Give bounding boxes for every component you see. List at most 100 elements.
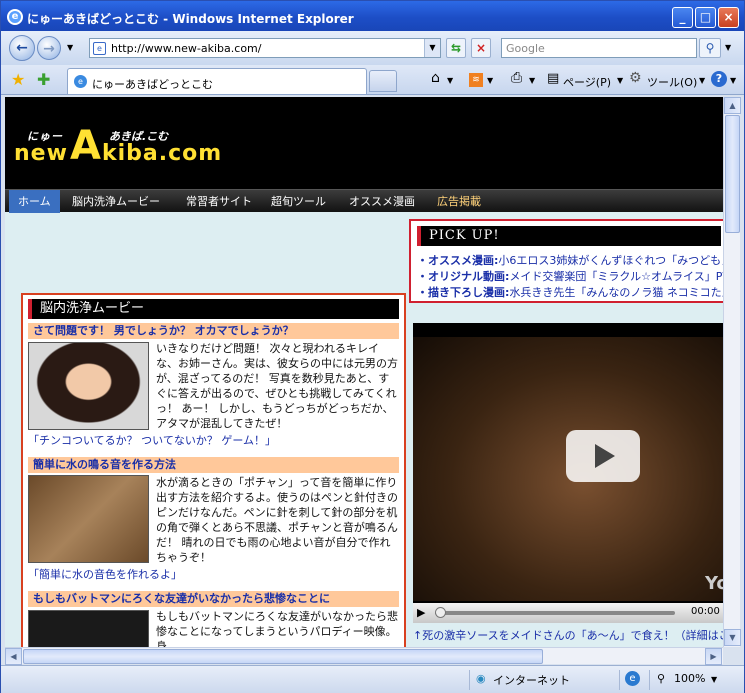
horizontal-scrollbar[interactable]: ◀ ▶: [5, 647, 723, 665]
article-thumbnail[interactable]: [28, 342, 149, 430]
feed-dropdown-icon[interactable]: ▼: [487, 76, 493, 85]
vertical-scrollbar[interactable]: ▲ ▼: [723, 97, 741, 647]
movies-heading: 脳内洗浄ムービー: [28, 299, 399, 319]
globe-icon: ◉: [476, 672, 486, 685]
new-tab-button[interactable]: [369, 70, 397, 92]
gear-icon: ⚙: [629, 70, 642, 86]
vertical-scroll-thumb[interactable]: [725, 115, 740, 233]
play-button[interactable]: [566, 430, 640, 482]
menu-movies[interactable]: 脳内洗浄ムービー: [63, 190, 169, 213]
tab-current[interactable]: e にゅーあきばどっとこむ: [67, 68, 367, 94]
address-dropdown-icon[interactable]: ▼: [424, 39, 440, 57]
tab-page-icon: e: [74, 75, 87, 88]
help-dropdown-icon[interactable]: ▼: [730, 76, 736, 85]
minimize-button[interactable]: _: [672, 7, 693, 28]
article-thumbnail[interactable]: [28, 610, 149, 647]
add-favorite-icon[interactable]: ✚: [37, 70, 50, 89]
pickup-item[interactable]: ・オリジナル動画:メイド交響楽団「ミラクル☆オムライス」PV: [417, 268, 723, 284]
pickup-text[interactable]: メイド交響楽団「ミラクル☆オムライス」PV: [509, 270, 723, 283]
site-menu: ホーム 脳内洗浄ムービー 常習者サイト 超旬ツール オススメ漫画 広告掲載: [5, 189, 723, 213]
video-scrubber[interactable]: [435, 607, 446, 618]
article-title[interactable]: もしもバットマンにろくな友達がいなかったら悲惨なことに: [28, 591, 399, 607]
page-icon: e: [93, 42, 106, 55]
pickup-text[interactable]: 水兵きき先生「みんなのノラ猫 ネコミコたん: [509, 286, 723, 299]
scroll-up-icon[interactable]: ▲: [724, 97, 741, 114]
tools-menu-button[interactable]: ツール(O): [647, 74, 697, 90]
scroll-left-icon[interactable]: ◀: [5, 648, 22, 665]
ie-logo-icon: e: [7, 9, 23, 25]
logo-kiba: kiba.com: [102, 141, 223, 166]
print-icon[interactable]: ⎙: [511, 70, 522, 86]
tab-title: にゅーあきばどっとこむ: [92, 78, 213, 91]
navigation-bar: ← → ▼ e http://www.new-akiba.com/ ▼ ⇆ × …: [1, 31, 744, 65]
web-page: にゅー あきば.こむ new A kiba.com ホーム 脳内洗浄ムービー 常…: [5, 97, 723, 647]
scroll-right-icon[interactable]: ▶: [705, 648, 722, 665]
rss-feed-icon[interactable]: ≋: [469, 73, 483, 87]
video-player[interactable]: Yo ▶ 00:00: [413, 323, 723, 623]
help-icon[interactable]: ?: [711, 71, 727, 87]
play-control-icon[interactable]: ▶: [417, 606, 425, 619]
forward-button[interactable]: →: [37, 36, 61, 60]
favorites-bar: ★ ✚ e にゅーあきばどっとこむ ⌂ ▼ ≋ ▼ ⎙ ▼ ▤ ページ(P) ▼…: [1, 65, 744, 95]
horizontal-scroll-thumb[interactable]: [23, 649, 543, 664]
refresh-button[interactable]: ⇆: [446, 38, 466, 58]
article-title[interactable]: 簡単に水の鳴る音を作る方法: [28, 457, 399, 473]
zoom-icon: ⚲: [657, 672, 666, 685]
video-caption-link[interactable]: ↑死の激辛ソースをメイドさんの「あ〜ん」で食え！（詳細はこち: [413, 627, 723, 643]
play-icon: [595, 444, 615, 468]
zoom-dropdown-icon[interactable]: ▼: [711, 675, 717, 684]
search-input[interactable]: Google: [501, 38, 697, 58]
article-thumbnail[interactable]: [28, 475, 149, 563]
zone-label: インターネット: [493, 674, 570, 687]
status-separator: [469, 670, 470, 690]
close-button[interactable]: ×: [718, 7, 739, 28]
video-watermark: Yo: [705, 573, 723, 594]
menu-sites[interactable]: 常習者サイト: [177, 190, 261, 213]
pickup-item[interactable]: ・オススメ漫画:小6エロス3姉妹がくんずほぐれつ「みつどもえ」: [417, 252, 723, 268]
window-title: にゅーあきばどっとこむ - Windows Internet Explorer: [27, 12, 354, 26]
pickup-text[interactable]: 小6エロス3姉妹がくんずほぐれつ「みつどもえ」: [498, 254, 723, 267]
maximize-button[interactable]: □: [695, 7, 716, 28]
article-body: いきなりだけど問題！ 次々と現われるキレイな、お姉ーさん。実は、彼女らの中には元…: [156, 342, 398, 430]
home-icon[interactable]: ⌂: [431, 70, 440, 86]
video-progress-bar[interactable]: [435, 611, 675, 615]
pickup-label: ・オススメ漫画:: [417, 254, 499, 267]
pickup-heading: PICK UP!: [417, 226, 721, 246]
search-icon[interactable]: ⚲: [699, 38, 721, 58]
article-body: 水が滴るときの「ポチャン」って音を簡単に作り出す方法を紹介するよ。使うのはペンと…: [156, 476, 398, 564]
back-button[interactable]: ←: [9, 35, 35, 61]
status-separator: [619, 670, 620, 690]
video-controls: ▶ 00:00: [413, 603, 723, 623]
page-menu-icon: ▤: [547, 71, 560, 86]
menu-home[interactable]: ホーム: [9, 190, 60, 213]
status-separator: [649, 670, 650, 690]
browser-window: e にゅーあきばどっとこむ - Windows Internet Explore…: [0, 0, 745, 693]
menu-manga[interactable]: オススメ漫画: [340, 190, 424, 213]
pickup-item[interactable]: ・描き下ろし漫画:水兵きき先生「みんなのノラ猫 ネコミコたん: [417, 284, 723, 300]
favorites-star-icon[interactable]: ★: [11, 70, 25, 89]
home-dropdown-icon[interactable]: ▼: [447, 76, 453, 85]
page-menu-button[interactable]: ページ(P): [563, 74, 611, 90]
video-time: 00:00: [691, 606, 720, 617]
logo-new: new: [14, 141, 68, 166]
scroll-down-icon[interactable]: ▼: [724, 629, 741, 646]
movies-box: 脳内洗浄ムービー さて問題です！ 男でしょうか？ オカマでしょうか？ いきなりだ…: [21, 293, 406, 647]
article-title[interactable]: さて問題です！ 男でしょうか？ オカマでしょうか？: [28, 323, 399, 339]
article-link[interactable]: 「簡単に水の音色を作れるよ」: [28, 566, 182, 582]
history-dropdown-icon[interactable]: ▼: [67, 43, 73, 52]
address-input[interactable]: http://www.new-akiba.com/: [111, 42, 261, 55]
page-dropdown-icon[interactable]: ▼: [617, 76, 623, 85]
pickup-label: ・オリジナル動画:: [417, 270, 510, 283]
site-logo[interactable]: new A kiba.com: [14, 123, 221, 169]
search-options-icon[interactable]: ▼: [725, 43, 731, 52]
stop-button[interactable]: ×: [471, 38, 491, 58]
protected-mode-icon[interactable]: e: [625, 671, 640, 686]
tools-dropdown-icon[interactable]: ▼: [699, 76, 705, 85]
article-link[interactable]: 「チンコついてるか？ ついてないか？ ゲーム！」: [28, 432, 276, 448]
zoom-level[interactable]: 100%: [674, 672, 705, 685]
menu-tools[interactable]: 超旬ツール: [262, 190, 335, 213]
address-bar[interactable]: e http://www.new-akiba.com/ ▼: [89, 38, 441, 58]
logo-a: A: [70, 123, 102, 169]
menu-ads[interactable]: 広告掲載: [428, 190, 490, 213]
print-dropdown-icon[interactable]: ▼: [529, 76, 535, 85]
